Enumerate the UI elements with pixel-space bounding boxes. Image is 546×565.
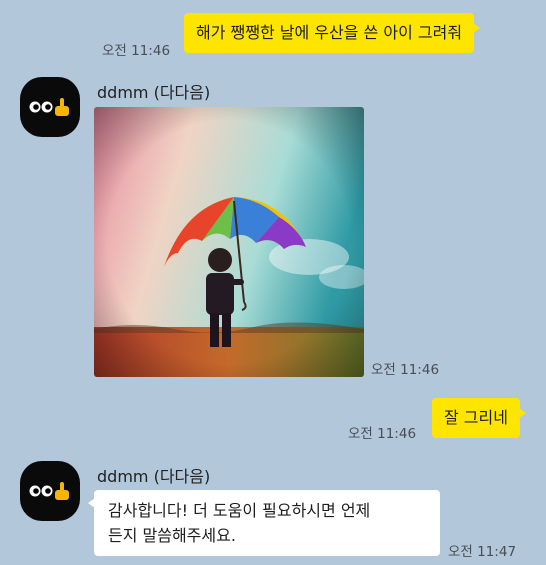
eyes-pointing-hand-icon [29,482,69,500]
my-message-bubble[interactable]: 해가 쨍쨍한 날에 우산을 쓴 아이 그려줘 [184,13,481,53]
message-time: 오전 11:47 [448,544,517,560]
bot-avatar[interactable] [20,461,80,521]
umbrella-child-image [94,107,364,377]
message-time: 오전 11:46 [348,426,417,442]
sender-name: ddmm (다다음) [97,467,211,486]
bot-message-bubble[interactable]: 감사합니다! 더 도움이 필요하시면 언제 든지 말씀해주세요. [88,490,440,556]
my-message-bubble[interactable]: 잘 그리네 [432,398,526,438]
message-time: 오전 11:46 [371,362,440,378]
sender-name: ddmm (다다음) [97,83,211,102]
eyes-pointing-hand-icon [29,98,69,116]
generated-image[interactable] [94,107,364,377]
bot-avatar[interactable] [20,77,80,137]
message-time: 오전 11:46 [102,43,171,59]
